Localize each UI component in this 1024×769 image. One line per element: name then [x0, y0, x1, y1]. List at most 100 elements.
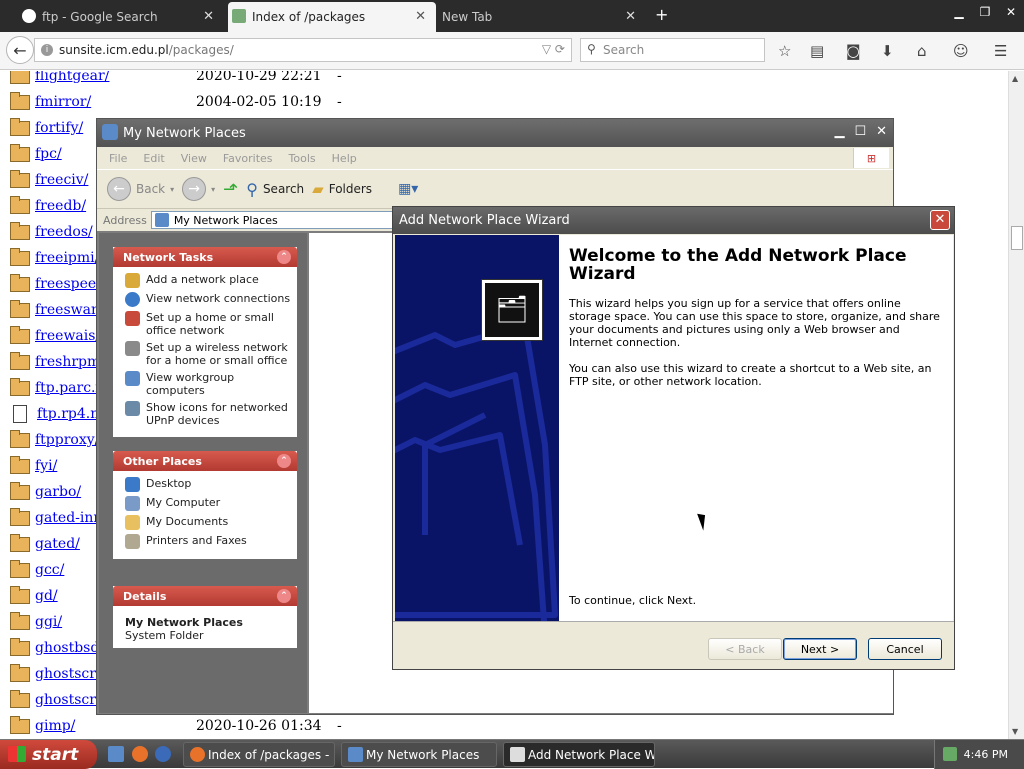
wizard-continue-text: To continue, click Next. [569, 594, 697, 607]
new-tab-icon[interactable]: + [655, 5, 668, 24]
network-tray-icon[interactable] [943, 747, 957, 761]
forward-button[interactable]: → ▾ [182, 177, 215, 201]
collapse-icon[interactable]: ⌃ [277, 250, 291, 264]
firefox-quicklaunch-icon[interactable] [132, 746, 148, 762]
bookmark-star-icon[interactable]: ☆ [778, 42, 791, 60]
search-box[interactable]: ⚲ Search [580, 38, 765, 62]
folder-icon [10, 169, 30, 188]
folder-icon [10, 481, 30, 500]
tab-index-packages[interactable]: Index of /packages ✕ [228, 2, 436, 32]
minimize-icon[interactable]: ▁ [952, 5, 966, 19]
collapse-icon[interactable]: ⌃ [277, 589, 291, 603]
maximize-icon[interactable]: ☐ [854, 124, 866, 139]
task-view-connections[interactable]: View network connections [125, 292, 291, 307]
tab-label: Index of /packages [252, 10, 366, 24]
media-player-quicklaunch-icon[interactable] [155, 746, 171, 762]
search-icon: ⚲ [246, 179, 258, 199]
list-item: gimp/2020-10-26 01:34- [10, 713, 342, 739]
network-places-icon [348, 747, 363, 762]
entry-link[interactable]: gimp/ [35, 718, 185, 734]
smiley-icon[interactable]: ☺ [953, 42, 969, 60]
window-title-bar[interactable]: My Network Places ▁ ☐ ✕ [97, 119, 893, 147]
task-firefox[interactable]: Index of /packages - ... [183, 742, 335, 767]
menu-favorites[interactable]: Favorites [223, 152, 273, 165]
minimize-icon[interactable]: ▁ [834, 124, 844, 139]
up-folder-icon[interactable]: ⬏ [223, 179, 238, 200]
start-button[interactable]: start [0, 740, 97, 769]
task-show-upnp[interactable]: Show icons for networked UPnP devices [125, 401, 291, 427]
tab-google-search[interactable]: ftp - Google Search ✕ [18, 2, 224, 32]
close-tab-icon[interactable]: ✕ [625, 9, 636, 24]
task-label: My Network Places [366, 747, 480, 762]
close-tab-icon[interactable]: ✕ [415, 9, 426, 24]
task-my-network-places[interactable]: My Network Places [341, 742, 497, 767]
folder-icon [10, 325, 30, 344]
task-setup-home-network[interactable]: Set up a home or small office network [125, 311, 291, 337]
restore-icon[interactable]: ❐ [978, 5, 992, 19]
folders-button[interactable]: ▰ Folders [312, 180, 372, 198]
scroll-down-icon[interactable]: ▼ [1012, 727, 1018, 736]
wizard-icon [510, 747, 525, 762]
close-icon[interactable]: ✕ [930, 210, 950, 230]
task-setup-wireless[interactable]: Set up a wireless network for a home or … [125, 341, 291, 367]
menu-file[interactable]: File [109, 152, 127, 165]
folder-icon [10, 611, 30, 630]
back-button[interactable]: ← Back ▾ [107, 177, 174, 201]
panel-header[interactable]: Network Tasks ⌃ [113, 247, 297, 267]
menu-edit[interactable]: Edit [143, 152, 164, 165]
pocket-icon[interactable]: ◙ [846, 42, 861, 60]
scroll-up-icon[interactable]: ▲ [1012, 74, 1018, 83]
reading-list-icon[interactable]: ▤ [810, 42, 824, 60]
close-tab-icon[interactable]: ✕ [203, 9, 214, 24]
collapse-icon[interactable]: ⌃ [277, 454, 291, 468]
menu-view[interactable]: View [181, 152, 207, 165]
panel-header[interactable]: Details ⌃ [113, 586, 297, 606]
windows-logo-icon: ⊞ [853, 148, 889, 168]
folder-icon [10, 143, 30, 162]
tab-new[interactable]: New Tab ✕ [438, 2, 646, 32]
entry-link[interactable]: fmirror/ [35, 94, 185, 110]
task-add-network-place-wizard[interactable]: Add Network Place W... [503, 742, 655, 767]
panel-header[interactable]: Other Places ⌃ [113, 451, 297, 471]
wizard-title-bar[interactable]: Add Network Place Wizard ✕ [393, 207, 954, 234]
views-icon[interactable]: ▦▾ [398, 181, 418, 197]
tab-label: New Tab [442, 10, 493, 24]
task-view-workgroup[interactable]: View workgroup computers [125, 371, 291, 397]
back-button[interactable]: < Back [708, 638, 782, 660]
place-label: Printers and Faxes [146, 534, 247, 547]
search-button[interactable]: ⚲ Search [246, 180, 304, 199]
next-button[interactable]: Next > [783, 638, 857, 660]
cancel-button[interactable]: Cancel [868, 638, 942, 660]
download-icon[interactable]: ⬇ [881, 42, 894, 60]
menu-icon[interactable]: ☰ [994, 42, 1007, 60]
ie-quicklaunch-icon[interactable] [108, 746, 124, 762]
scroll-thumb[interactable] [1011, 226, 1023, 250]
reload-icon[interactable]: ▽ ⟳ [542, 42, 565, 56]
place-my-computer[interactable]: My Computer [125, 496, 291, 511]
home-network-icon [125, 311, 140, 326]
place-my-documents[interactable]: My Documents [125, 515, 291, 530]
url-bar[interactable]: i sunsite.icm.edu.pl/packages/ ▽ ⟳ [34, 38, 572, 62]
network-places-icon [102, 124, 118, 140]
menu-tools[interactable]: Tools [289, 152, 316, 165]
home-icon[interactable]: ⌂ [917, 42, 927, 60]
close-icon[interactable]: ✕ [876, 124, 887, 139]
folder-icon [10, 663, 30, 682]
info-icon[interactable]: i [41, 44, 53, 56]
place-desktop[interactable]: Desktop [125, 477, 291, 492]
place-printers[interactable]: Printers and Faxes [125, 534, 291, 549]
task-label: Show icons for networked UPnP devices [146, 401, 288, 427]
windows-flag-icon [8, 746, 26, 762]
task-label: View workgroup computers [146, 371, 235, 397]
task-add-network-place[interactable]: Add a network place [125, 273, 291, 288]
folder-icon [10, 637, 30, 656]
entry-link[interactable]: flightgear/ [35, 71, 185, 84]
entry-size: - [337, 94, 342, 110]
menu-help[interactable]: Help [332, 152, 357, 165]
folder-icon [10, 351, 30, 370]
close-icon[interactable]: ✕ [1004, 5, 1018, 19]
vertical-scrollbar[interactable]: ▲ ▼ [1008, 71, 1024, 739]
back-arrow-icon: ← [107, 177, 131, 201]
firefox-icon [190, 747, 205, 762]
back-arrow-icon[interactable]: ← [6, 36, 34, 64]
